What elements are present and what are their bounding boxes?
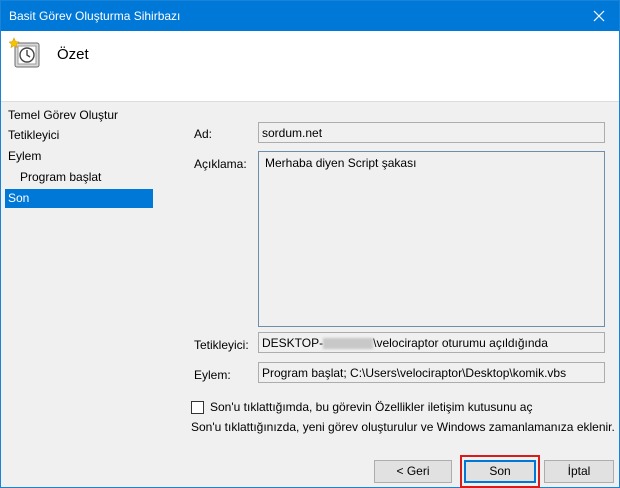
step-finish[interactable]: Son [5,189,153,208]
redacted-hostname [323,338,374,350]
step-create-basic-task[interactable]: Temel Görev Oluştur [5,106,153,125]
action-value: Program başlat; C:\Users\velociraptor\De… [262,366,567,380]
wizard-header: Özet [1,31,619,102]
wizard-steps: Temel Görev Oluştur Tetikleyici Eylem Pr… [1,103,161,487]
finish-info-text: Son'u tıklattığınızda, yeni görev oluştu… [191,420,615,434]
name-label: Ad: [194,127,213,141]
trigger-value-suffix: \velociraptor oturumu açıldığında [373,336,548,350]
finish-button[interactable]: Son [464,460,536,483]
step-label: Son [8,191,30,205]
action-label: Eylem: [194,368,231,382]
wizard-window: Basit Görev Oluşturma Sihirbazı Özet Tem… [0,0,620,488]
open-properties-label: Son'u tıklattığımda, bu görevin Özellikl… [210,400,533,414]
summary-panel: Ad: sordum.net Açıklama: Merhaba diyen S… [161,103,619,488]
trigger-value-prefix: DESKTOP- [262,336,324,350]
close-icon[interactable] [579,1,619,31]
name-value: sordum.net [262,126,323,140]
trigger-label: Tetikleyici: [194,338,249,352]
back-button[interactable]: < Geri [374,460,452,483]
task-scheduler-icon [8,36,43,70]
step-label: Temel Görev Oluştur [8,108,119,122]
step-label: Program başlat [20,170,102,184]
title-bar[interactable]: Basit Görev Oluşturma Sihirbazı [1,1,619,31]
cancel-button[interactable]: İptal [544,460,614,483]
step-start-program[interactable]: Program başlat [5,168,153,187]
page-title: Özet [57,46,89,63]
description-label: Açıklama: [194,157,247,171]
step-label: Tetikleyici [8,128,60,142]
window-title: Basit Görev Oluşturma Sihirbazı [9,9,181,23]
step-trigger[interactable]: Tetikleyici [5,126,153,145]
name-field[interactable]: sordum.net [258,122,605,143]
step-action[interactable]: Eylem [5,147,153,166]
trigger-field[interactable]: DESKTOP- \velociraptor oturumu açıldığınd… [258,332,605,353]
action-field[interactable]: Program başlat; C:\Users\velociraptor\De… [258,362,605,383]
description-value: Merhaba diyen Script şakası [265,156,417,170]
open-properties-checkbox[interactable] [191,400,204,414]
description-field[interactable]: Merhaba diyen Script şakası [258,151,605,327]
open-properties-option[interactable]: Son'u tıklattığımda, bu görevin Özellikl… [191,400,532,414]
step-label: Eylem [8,149,42,163]
